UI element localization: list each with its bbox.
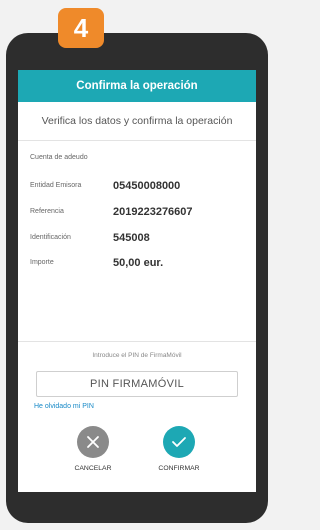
step-badge: 4 [58, 8, 104, 48]
phone-screen: Confirma la operación Verifica los datos… [18, 70, 256, 492]
detail-row-referencia: Referencia 2019223276607 [30, 206, 250, 220]
detail-label: Identificación [30, 234, 71, 241]
subheader: Verifica los datos y confirma la operaci… [18, 102, 256, 141]
subheader-text: Verifica los datos y confirma la operaci… [41, 115, 233, 127]
detail-row-entidad: Entidad Emisora 05450008000 [30, 180, 250, 194]
detail-label: Referencia [30, 208, 64, 215]
detail-value: 545008 [113, 232, 150, 244]
detail-value: 2019223276607 [113, 206, 193, 218]
close-icon [87, 436, 99, 448]
forgot-pin-link[interactable]: He olvidado mi PIN [34, 403, 94, 410]
divider [18, 341, 256, 342]
detail-value: 50,00 eur. [113, 257, 164, 269]
confirm-circle[interactable] [163, 426, 195, 458]
header-bar: Confirma la operación [18, 70, 256, 102]
page-title: Confirma la operación [76, 80, 198, 92]
pin-input[interactable]: PIN FIRMAMÓVIL [36, 371, 238, 397]
detail-row-importe: Importe 50,00 eur. [30, 257, 250, 271]
cancel-circle[interactable] [77, 426, 109, 458]
confirm-label: CONFIRMAR [158, 465, 200, 472]
check-icon [172, 437, 186, 447]
section-title: Cuenta de adeudo [30, 154, 88, 161]
detail-label: Entidad Emisora [30, 182, 82, 189]
cancel-button[interactable]: CANCELAR [55, 426, 131, 472]
confirm-button[interactable]: CONFIRMAR [141, 426, 217, 472]
detail-row-identificacion: Identificación 545008 [30, 232, 250, 246]
detail-label: Importe [30, 259, 54, 266]
cancel-label: CANCELAR [74, 465, 112, 472]
detail-value: 05450008000 [113, 180, 181, 192]
pin-caption: Introduce el PIN de FirmaMóvil [92, 352, 182, 359]
